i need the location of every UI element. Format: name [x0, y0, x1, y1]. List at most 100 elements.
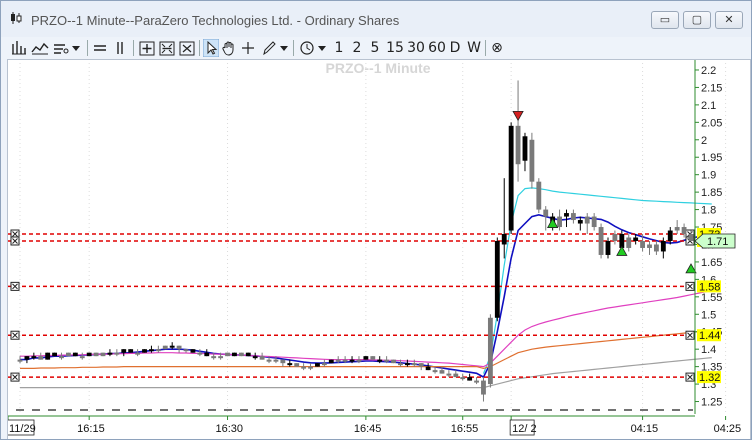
candle-body [494, 240, 500, 318]
overlay-menu-icon[interactable] [53, 39, 69, 57]
candlestick-app-icon [11, 12, 22, 24]
candle-body [363, 356, 369, 360]
last-price-label: 1.71 [707, 236, 728, 248]
chart-background [8, 60, 750, 439]
candle-body [31, 356, 37, 359]
candle-body [24, 356, 30, 360]
horizontal-lines-icon[interactable] [93, 39, 107, 57]
candle-body [135, 352, 141, 355]
candle-body [128, 349, 134, 353]
candle-body [59, 356, 64, 359]
interval-1-button[interactable]: 1 [333, 39, 345, 57]
interval-2-button[interactable]: 2 [351, 39, 363, 57]
clock-icon[interactable] [299, 39, 315, 57]
chevron-down-icon[interactable] [71, 39, 81, 57]
toolbar-divider [199, 40, 200, 56]
candle-body [584, 216, 590, 224]
candle-body [536, 181, 542, 210]
candle-body [52, 352, 58, 357]
y-tick-label: 2 [701, 135, 707, 147]
candle-body [273, 359, 279, 362]
crosshair-icon[interactable] [241, 39, 255, 57]
y-tick-label: 1.5 [701, 309, 716, 321]
candle-body [218, 356, 224, 359]
candle-body [17, 359, 23, 362]
candle-body [598, 227, 604, 255]
candle-body [404, 363, 410, 366]
candle-body [411, 363, 417, 366]
interval-15-button[interactable]: 15 [385, 39, 405, 57]
bar-chart-icon[interactable] [11, 39, 27, 57]
candle-body [197, 352, 203, 355]
line-chart-icon[interactable] [31, 39, 49, 57]
candle-body [522, 136, 528, 161]
candle-body [155, 349, 161, 352]
candle-body [342, 359, 348, 362]
vertical-lines-icon[interactable] [113, 39, 127, 57]
y-tick-label: 2.15 [701, 82, 722, 94]
candle-body [45, 352, 51, 360]
toolbar-divider [293, 40, 294, 56]
pencil-icon[interactable] [261, 39, 277, 57]
price-chart[interactable]: PRZO--1 Minute 2.2 2.15 2.1 2.05 2 1.95 1.9 1.8… [6, 60, 750, 439]
maximize-button[interactable]: ▢ [683, 11, 711, 29]
candle-body [232, 352, 237, 357]
candle-body [688, 234, 694, 241]
candle-body [245, 352, 251, 357]
candle-body [501, 234, 507, 245]
candle-body [681, 227, 687, 235]
candle-body [439, 370, 445, 374]
candle-body [591, 216, 597, 228]
candle-body [564, 213, 569, 217]
level-handle-icon [10, 330, 20, 340]
arrow-icon[interactable] [203, 39, 219, 57]
candle-body [432, 370, 438, 373]
chart-window: PRZO--1 Minute--ParaZero Technologies Lt… [0, 0, 752, 440]
candle-body [176, 345, 182, 350]
interval-5-button[interactable]: 5 [369, 39, 381, 57]
candle-body [225, 352, 230, 357]
chevron-down-icon[interactable] [317, 39, 327, 57]
level-handle-icon [10, 281, 20, 291]
candle-body [543, 209, 549, 217]
candle-body [335, 359, 341, 362]
candle-body [391, 359, 396, 364]
close-chart-icon[interactable]: ⊗ [489, 39, 505, 57]
interval-30-button[interactable]: 30 [406, 39, 426, 57]
close-button[interactable]: ✕ [715, 11, 743, 29]
candle-body [487, 317, 493, 385]
candle-body [605, 240, 611, 255]
candle-body [38, 356, 44, 360]
interval-60-button[interactable]: 60 [427, 39, 447, 57]
zoom-fit-icon[interactable] [179, 39, 195, 57]
window-title: PRZO--1 Minute--ParaZero Technologies Lt… [31, 13, 400, 28]
x-tick-label: 16:15 [77, 423, 105, 435]
candle-body [315, 363, 320, 367]
minimize-button[interactable]: ▭ [651, 11, 679, 29]
chevron-down-icon[interactable] [279, 39, 289, 57]
toolbar-divider [485, 40, 486, 56]
chart-area[interactable]: PRZO--1 Minute 2.2 2.15 2.1 2.05 2 1.95 1.9 1.8… [6, 59, 751, 439]
candle-body [66, 352, 71, 357]
candle-body [612, 234, 618, 241]
x-tick-label: 04:15 [631, 423, 659, 435]
y-tick-label: 1.95 [701, 152, 722, 164]
level-handle-icon [10, 372, 20, 382]
candle-body [107, 352, 113, 355]
candle-body [370, 356, 376, 360]
title-bar[interactable]: PRZO--1 Minute--ParaZero Technologies Lt… [1, 1, 751, 37]
candle-body [529, 139, 535, 182]
candle-body [515, 125, 521, 165]
candle-body [328, 359, 334, 364]
interval-daily-button[interactable]: D [448, 39, 462, 57]
zoom-out-icon[interactable] [159, 39, 175, 57]
candle-body [660, 240, 666, 252]
hand-icon[interactable] [221, 39, 237, 57]
y-tick-label: 1.8 [701, 205, 716, 217]
interval-weekly-button[interactable]: W [466, 39, 482, 57]
candle-body [640, 240, 645, 248]
candle-body [384, 359, 390, 362]
candle-body [121, 349, 127, 353]
x-tick-label: 16:55 [451, 423, 479, 435]
zoom-in-icon[interactable] [139, 39, 155, 57]
